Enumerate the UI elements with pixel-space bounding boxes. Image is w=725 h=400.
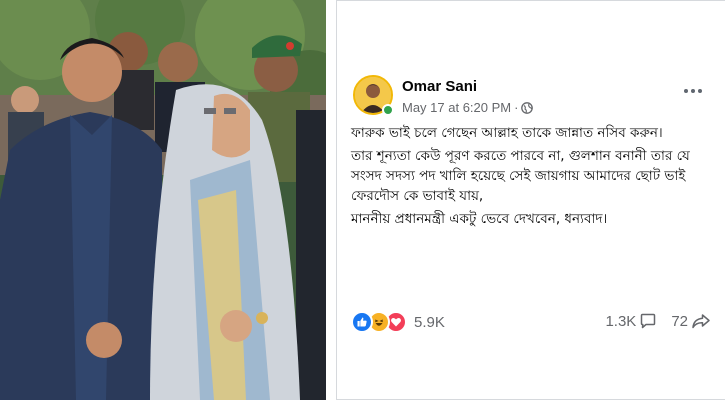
- reaction-count[interactable]: 5.9K: [414, 314, 445, 331]
- online-status-indicator: [382, 104, 394, 116]
- post-paragraph: তার শূন্যতা কেউ পূরণ করতে পারবে না, গুলশ…: [351, 148, 690, 204]
- post-meta: May 17 at 6:20 PM ·: [402, 100, 534, 115]
- photo-divider: [326, 0, 336, 400]
- globe-icon: [521, 101, 534, 114]
- share-count: 72: [671, 312, 688, 330]
- share-stat[interactable]: 72: [671, 312, 711, 330]
- comment-icon: [641, 313, 656, 329]
- post-body: ফারুক ভাই চলে গেছেন আল্লাহ তাকে জান্নাত …: [351, 123, 711, 232]
- dot-icon: [691, 89, 695, 93]
- post-photo[interactable]: [0, 0, 326, 400]
- post-timestamp[interactable]: May 17 at 6:20 PM: [402, 100, 511, 115]
- post-paragraph: ফারুক ভাই চলে গেছেন আল্লাহ তাকে জান্নাত …: [351, 125, 663, 141]
- share-icon: [692, 314, 710, 329]
- post-footer: 5.9K 1.3K 72: [351, 309, 711, 335]
- reactions-summary[interactable]: 5.9K: [351, 311, 445, 333]
- post-paragraph: মাননীয় প্রধানমন্ত্রী একটু ভেবে দেখবেন, …: [351, 211, 608, 227]
- post-header: Omar Sani May 17 at 6:20 PM ·: [351, 73, 711, 121]
- dot-icon: [684, 89, 688, 93]
- facebook-post-card: Omar Sani May 17 at 6:20 PM · ফারুক ভাই …: [336, 0, 725, 400]
- comment-count: 1.3K: [605, 312, 637, 330]
- engagement-stats: 1.3K 72: [605, 312, 711, 330]
- like-icon: [351, 311, 373, 333]
- dot-icon: [698, 89, 702, 93]
- comment-stat[interactable]: 1.3K: [605, 312, 657, 330]
- author-name[interactable]: Omar Sani: [402, 78, 477, 95]
- more-options-button[interactable]: [679, 81, 707, 101]
- meta-separator: ·: [514, 100, 519, 115]
